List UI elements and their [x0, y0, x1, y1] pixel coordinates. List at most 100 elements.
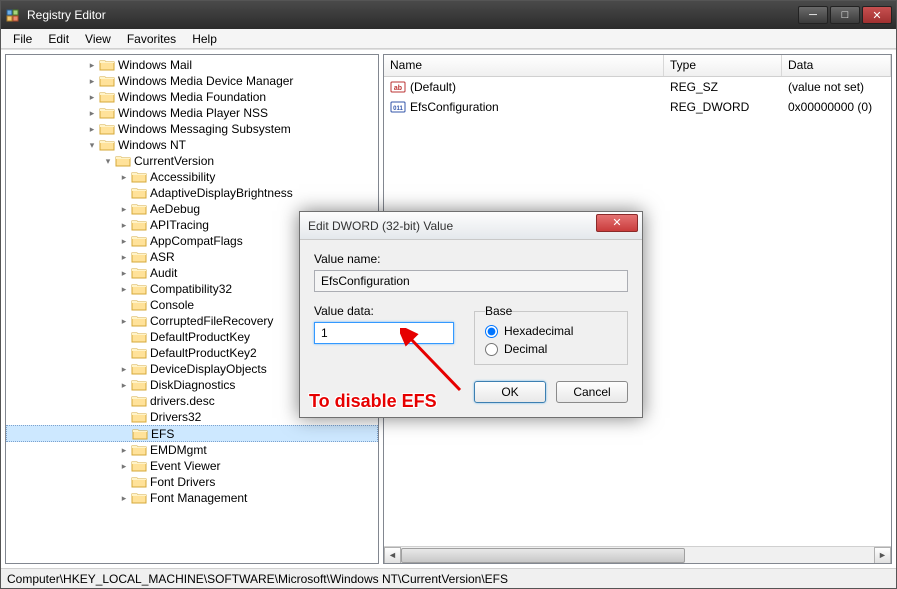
dialog-close-button[interactable]: ✕	[596, 214, 638, 232]
radio-hex-input[interactable]	[485, 325, 498, 338]
expand-icon[interactable]: ▸	[86, 107, 98, 119]
tree-node[interactable]: EFS	[6, 425, 378, 442]
expand-icon[interactable]: ▸	[118, 460, 130, 472]
tree-node[interactable]: AdaptiveDisplayBrightness	[6, 185, 378, 201]
tree-label: DiskDiagnostics	[150, 378, 235, 392]
folder-icon	[99, 138, 115, 152]
base-group-label: Base	[485, 304, 512, 318]
list-header: Name Type Data	[384, 55, 891, 77]
expand-icon[interactable]: ▸	[118, 492, 130, 504]
menu-help[interactable]: Help	[184, 30, 225, 48]
expand-icon[interactable]: ▸	[118, 379, 130, 391]
tree-label: Font Management	[150, 491, 247, 505]
expand-icon[interactable]: ▸	[118, 363, 130, 375]
folder-icon	[131, 394, 147, 408]
statusbar: Computer\HKEY_LOCAL_MACHINE\SOFTWARE\Mic…	[1, 568, 896, 588]
expand-icon[interactable]: ▸	[118, 444, 130, 456]
tree-node[interactable]: ▸EMDMgmt	[6, 442, 378, 458]
list-row[interactable]: ab(Default)REG_SZ(value not set)	[384, 77, 891, 97]
radio-hex[interactable]: Hexadecimal	[485, 324, 617, 338]
expand-icon[interactable]: ▸	[118, 315, 130, 327]
window-title: Registry Editor	[27, 8, 798, 22]
expand-icon[interactable]: ▸	[118, 219, 130, 231]
menu-edit[interactable]: Edit	[40, 30, 77, 48]
folder-icon	[131, 282, 147, 296]
value-icon: 011	[390, 99, 406, 115]
tree-label: Accessibility	[150, 170, 215, 184]
tree-node[interactable]: ▾ Windows NT	[6, 137, 378, 153]
folder-icon	[131, 298, 147, 312]
tree-label: drivers.desc	[150, 394, 215, 408]
close-button[interactable]: ✕	[862, 6, 892, 24]
tree-label: Windows Media Player NSS	[118, 106, 268, 120]
scroll-left-icon[interactable]: ◄	[384, 547, 401, 564]
tree-label: AdaptiveDisplayBrightness	[150, 186, 293, 200]
scroll-track[interactable]	[401, 547, 874, 564]
expand-icon[interactable]: ▸	[118, 251, 130, 263]
tree-node[interactable]: ▸ Accessibility	[6, 169, 378, 185]
scroll-right-icon[interactable]: ►	[874, 547, 891, 564]
tree-label: Windows NT	[118, 138, 186, 152]
expand-icon[interactable]: ▸	[118, 235, 130, 247]
tree-node[interactable]: ▸Windows Media Foundation	[6, 89, 378, 105]
tree-node[interactable]: ▸ Event Viewer	[6, 458, 378, 474]
menu-file[interactable]: File	[5, 30, 40, 48]
tree-node[interactable]: ▸Windows Mail	[6, 57, 378, 73]
folder-icon	[131, 250, 147, 264]
maximize-button[interactable]: □	[830, 6, 860, 24]
edit-dword-dialog: Edit DWORD (32-bit) Value ✕ Value name: …	[299, 211, 643, 418]
menubar: File Edit View Favorites Help	[1, 29, 896, 49]
folder-icon	[99, 58, 115, 72]
value-name: (Default)	[410, 80, 456, 94]
list-row[interactable]: 011EfsConfigurationREG_DWORD0x00000000 (…	[384, 97, 891, 117]
expand-icon[interactable]: ▸	[118, 267, 130, 279]
ok-button[interactable]: OK	[474, 381, 546, 403]
radio-dec-input[interactable]	[485, 343, 498, 356]
tree-node[interactable]: ▾CurrentVersion	[6, 153, 378, 169]
titlebar[interactable]: Registry Editor ─ □ ✕	[1, 1, 896, 29]
folder-icon	[99, 122, 115, 136]
expand-icon[interactable]: ▸	[118, 171, 130, 183]
tree-label: APITracing	[150, 218, 209, 232]
dialog-body: Value name: Value data: Base Hexadecimal…	[300, 240, 642, 417]
col-type[interactable]: Type	[664, 55, 782, 76]
expand-icon[interactable]: ▸	[86, 123, 98, 135]
expand-icon[interactable]: ▸	[86, 75, 98, 87]
expand-icon[interactable]: ▸	[118, 203, 130, 215]
col-name[interactable]: Name	[384, 55, 664, 76]
tree-label: AeDebug	[150, 202, 200, 216]
col-data[interactable]: Data	[782, 55, 891, 76]
tree-node[interactable]: ▸ Font Management	[6, 490, 378, 506]
expand-icon[interactable]: ▾	[102, 155, 114, 167]
value-type: REG_SZ	[664, 78, 782, 96]
folder-icon	[131, 202, 147, 216]
scroll-thumb[interactable]	[401, 548, 685, 563]
folder-icon	[131, 410, 147, 424]
value-data-field[interactable]	[314, 322, 454, 344]
value-icon: ab	[390, 79, 406, 95]
expand-icon[interactable]: ▾	[86, 139, 98, 151]
tree-node[interactable]: ▸ Windows Media Player NSS	[6, 105, 378, 121]
tree-node[interactable]: ▸Windows Media Device Manager	[6, 73, 378, 89]
tree-node[interactable]: ▸Windows Messaging Subsystem	[6, 121, 378, 137]
dialog-titlebar[interactable]: Edit DWORD (32-bit) Value ✕	[300, 212, 642, 240]
folder-icon	[131, 266, 147, 280]
tree-label: Event Viewer	[150, 459, 220, 473]
svg-text:ab: ab	[394, 85, 402, 92]
menu-view[interactable]: View	[77, 30, 119, 48]
tree-node[interactable]: Font Drivers	[6, 474, 378, 490]
folder-icon	[131, 186, 147, 200]
menu-favorites[interactable]: Favorites	[119, 30, 184, 48]
value-name-field[interactable]	[314, 270, 628, 292]
folder-icon	[131, 170, 147, 184]
horizontal-scrollbar[interactable]: ◄ ►	[384, 546, 891, 563]
radio-decimal[interactable]: Decimal	[485, 342, 617, 356]
expand-icon[interactable]: ▸	[86, 59, 98, 71]
minimize-button[interactable]: ─	[798, 6, 828, 24]
cancel-button[interactable]: Cancel	[556, 381, 628, 403]
expand-icon[interactable]: ▸	[118, 283, 130, 295]
svg-text:011: 011	[393, 106, 403, 112]
expand-icon[interactable]: ▸	[86, 91, 98, 103]
tree-label: Audit	[150, 266, 177, 280]
folder-icon	[131, 475, 147, 489]
